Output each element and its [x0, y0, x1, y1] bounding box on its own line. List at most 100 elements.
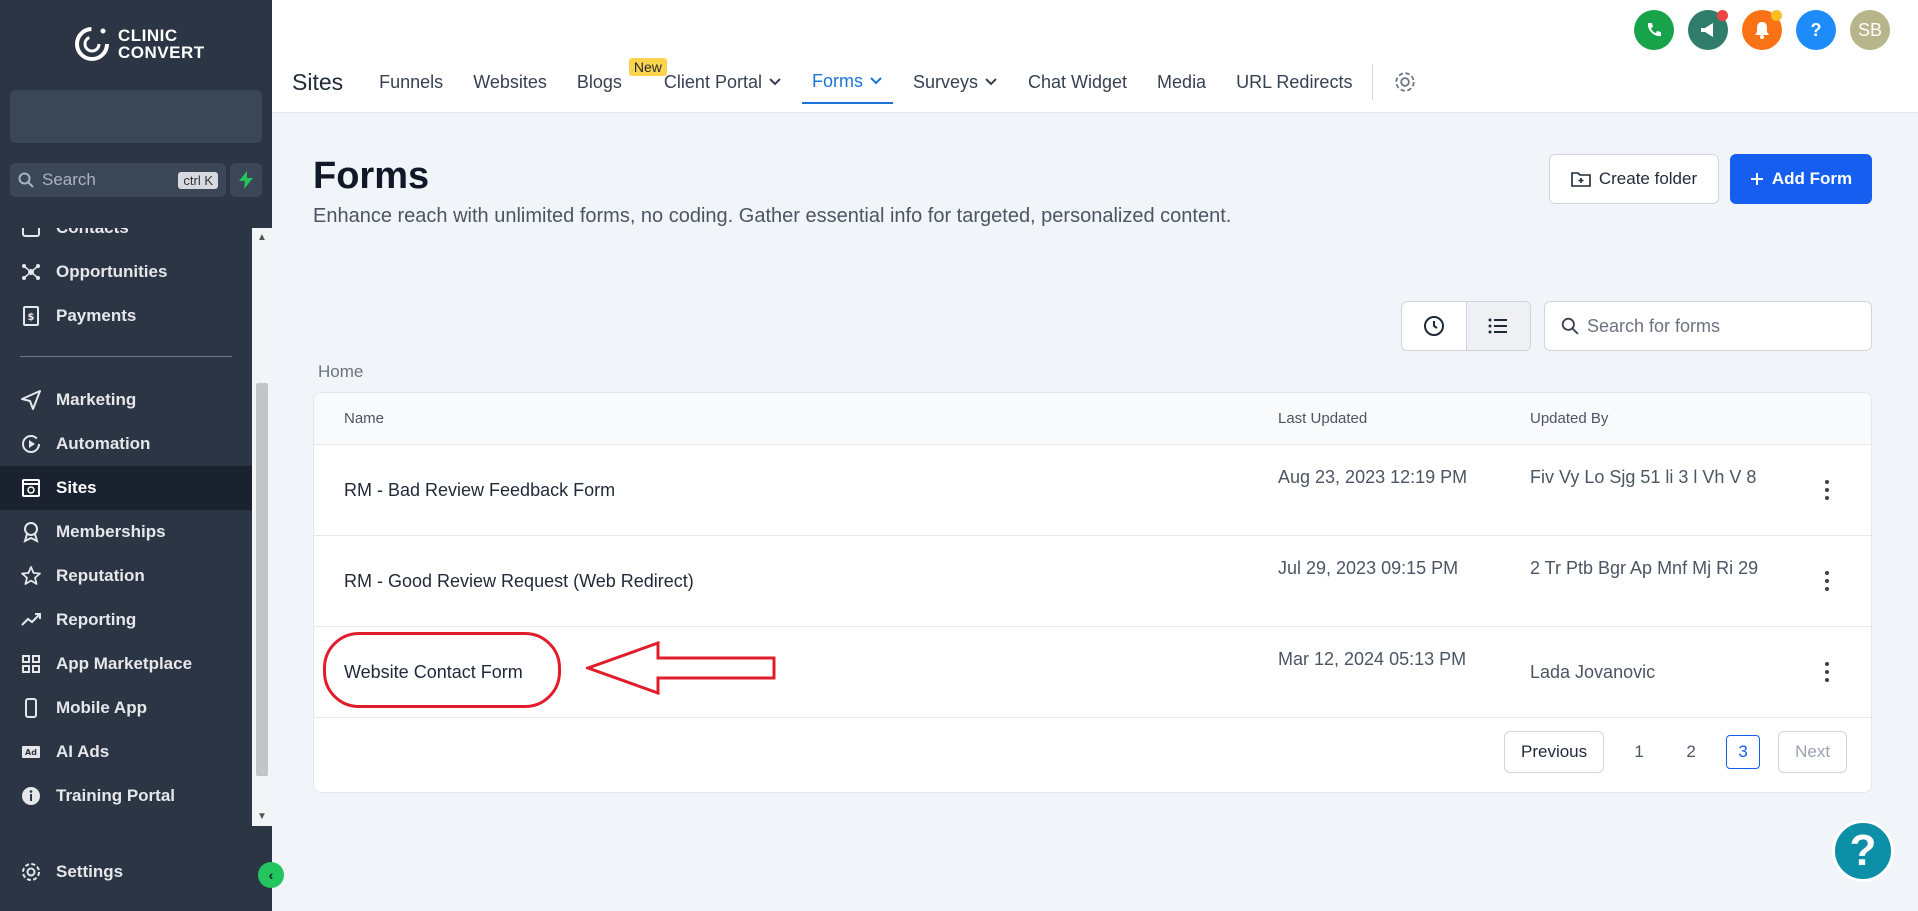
tab-surveys[interactable]: Surveys	[913, 60, 998, 104]
avatar[interactable]: SB	[1850, 10, 1890, 50]
sidebar-item-marketing[interactable]: Marketing	[0, 378, 252, 422]
sidebar-item-mobile-app[interactable]: Mobile App	[0, 686, 252, 730]
form-updated-by: 2 Tr Ptb Bgr Ap Mnf Mj Ri 29	[1530, 558, 1759, 578]
table-row[interactable]: RM - Good Review Request (Web Redirect) …	[314, 536, 1871, 627]
info-icon	[22, 787, 40, 805]
star-icon	[21, 566, 41, 585]
phone-icon	[25, 698, 37, 718]
tab-media[interactable]: Media	[1157, 60, 1206, 104]
header-actions: ? SB	[1634, 10, 1890, 50]
search-icon	[1561, 317, 1579, 335]
sidebar-item-label: Mobile App	[56, 698, 147, 717]
tab-chat-widget[interactable]: Chat Widget	[1028, 60, 1127, 104]
more-options-icon[interactable]	[1819, 659, 1835, 685]
sidebar-item-sites[interactable]: Sites	[0, 466, 252, 510]
form-last-updated: Mar 12, 2024 05:13 PM	[1278, 649, 1467, 669]
question-mark-icon: ?	[1849, 826, 1877, 875]
pagination: Previous 1 2 3 Next	[1504, 731, 1848, 773]
tab-forms[interactable]: Forms	[801, 60, 893, 104]
sidebar-item-label: App Marketplace	[56, 654, 193, 673]
forms-search[interactable]	[1544, 301, 1872, 351]
sidebar-item-reputation[interactable]: Reputation	[0, 554, 252, 598]
more-options-icon[interactable]	[1819, 477, 1835, 503]
column-header-name[interactable]: Name	[344, 410, 384, 427]
page-2-button[interactable]: 2	[1674, 735, 1708, 769]
tab-label: Blogs	[576, 71, 622, 92]
sidebar-item-settings[interactable]: Settings	[0, 852, 252, 892]
list-view-button[interactable]	[1465, 302, 1530, 350]
sidebar-item-training-portal[interactable]: Training Portal	[0, 774, 252, 818]
settings-gear-icon[interactable]	[1393, 70, 1417, 94]
sidebar-item-reporting[interactable]: Reporting	[0, 598, 252, 642]
forms-search-input[interactable]	[1587, 315, 1847, 337]
tab-websites[interactable]: Websites	[473, 60, 547, 104]
column-header-last-updated[interactable]: Last Updated	[1278, 410, 1367, 427]
sidebar-item-app-marketplace[interactable]: App Marketplace	[0, 642, 252, 686]
contacts-icon	[22, 228, 40, 237]
chevron-down-icon	[769, 78, 781, 86]
sidebar-item-label: Reputation	[56, 566, 145, 585]
section-title: Sites	[292, 68, 344, 95]
tab-client-portal[interactable]: Client Portal	[664, 60, 782, 104]
phone-call-icon	[1647, 23, 1661, 37]
sidebar-item-label: Settings	[56, 862, 124, 881]
tab-url-redirects[interactable]: URL Redirects	[1236, 60, 1352, 104]
form-name[interactable]: RM - Good Review Request (Web Redirect)	[344, 571, 694, 592]
brand-logo[interactable]: CLINIC CONVERT	[72, 22, 205, 66]
sites-icon	[22, 479, 40, 497]
breadcrumb[interactable]: Home	[318, 362, 363, 382]
page-1-button[interactable]: 1	[1622, 735, 1656, 769]
table-header: Name Last Updated Updated By	[314, 393, 1871, 445]
scroll-up-arrow-icon[interactable]: ▲	[257, 232, 267, 243]
chevron-left-icon: ‹	[268, 867, 274, 883]
tab-funnels[interactable]: Funnels	[379, 60, 443, 104]
tab-label: Surveys	[912, 71, 978, 92]
collapse-sidebar-button[interactable]: ‹	[258, 862, 284, 888]
column-header-updated-by[interactable]: Updated By	[1530, 410, 1608, 427]
create-folder-button[interactable]: Create folder	[1549, 154, 1719, 204]
quick-actions-button[interactable]	[230, 163, 262, 197]
opportunities-icon	[22, 264, 40, 280]
previous-page-button[interactable]: Previous	[1504, 731, 1605, 773]
add-form-button[interactable]: Add Form	[1730, 154, 1872, 204]
new-badge: New	[628, 58, 667, 76]
scrollbar-thumb[interactable]	[256, 383, 268, 776]
sidebar-search-placeholder: Search	[42, 170, 96, 189]
megaphone-icon	[1701, 23, 1713, 37]
help-chat-button[interactable]: ?	[1832, 820, 1894, 882]
sidebar-item-memberships[interactable]: Memberships	[0, 510, 252, 554]
form-name[interactable]: RM - Bad Review Feedback Form	[344, 480, 615, 501]
page-3-button[interactable]: 3	[1726, 735, 1761, 769]
tab-label: Websites	[473, 71, 547, 92]
table-row[interactable]: RM - Bad Review Feedback Form Aug 23, 20…	[314, 445, 1871, 536]
sidebar-item-label: Payments	[56, 306, 137, 325]
sidebar-item-label: Memberships	[56, 522, 166, 541]
sidebar-item-ai-ads[interactable]: Ad AI Ads	[0, 730, 252, 774]
send-icon	[21, 390, 41, 410]
sidebar-divider	[20, 356, 232, 357]
sidebar-item-payments[interactable]: $ Payments	[0, 294, 252, 338]
help-label: ?	[1810, 19, 1822, 40]
recent-view-button[interactable]	[1402, 302, 1466, 350]
more-options-icon[interactable]	[1819, 568, 1835, 594]
payments-icon: $	[23, 306, 39, 326]
sidebar-item-opportunities[interactable]: Opportunities	[0, 250, 252, 294]
tab-blogs[interactable]: Blogs New	[576, 58, 667, 104]
sidebar-search[interactable]: Search ctrl K	[10, 163, 226, 197]
sidebar-item-contacts[interactable]: Contacts	[0, 228, 252, 250]
sidebar-item-label: Contacts	[56, 228, 129, 238]
phone-button[interactable]	[1634, 10, 1674, 50]
notification-dot	[1771, 10, 1782, 21]
scroll-down-arrow-icon[interactable]: ▼	[257, 811, 267, 822]
notifications-button[interactable]	[1742, 10, 1782, 50]
annotation-arrow-icon	[586, 641, 776, 695]
next-page-button[interactable]: Next	[1778, 731, 1848, 773]
tab-label: Funnels	[379, 71, 444, 92]
help-button[interactable]: ?	[1796, 10, 1836, 50]
sidebar-item-label: Sites	[56, 478, 97, 497]
trend-icon	[21, 613, 41, 626]
announcements-button[interactable]	[1688, 10, 1728, 50]
sidebar-scrollbar[interactable]: ▲ ▼	[252, 228, 272, 826]
account-switcher[interactable]	[10, 90, 262, 143]
sidebar-item-automation[interactable]: Automation	[0, 422, 252, 466]
